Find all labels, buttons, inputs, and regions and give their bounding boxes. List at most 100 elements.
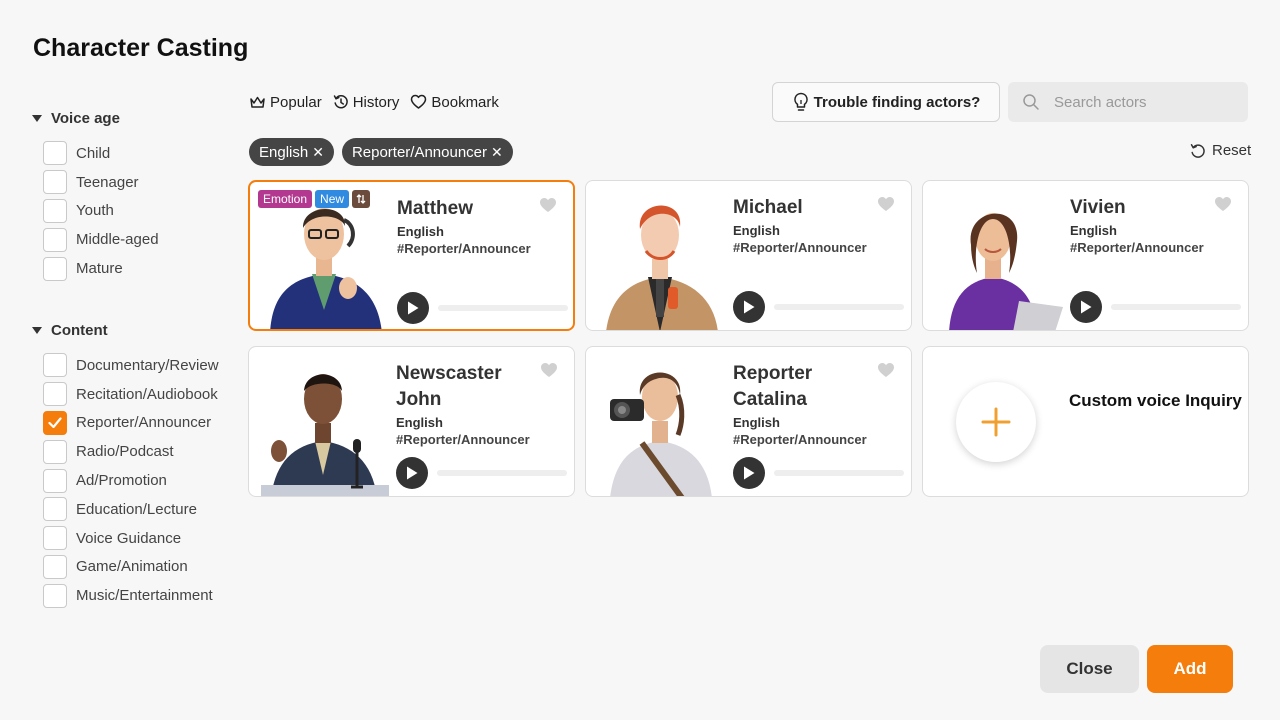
checkbox[interactable]	[43, 439, 67, 464]
checkbox[interactable]	[43, 227, 67, 252]
heart-icon[interactable]	[540, 362, 558, 378]
checkbox-label: Music/Entertainment	[76, 587, 213, 605]
tab-history[interactable]: History	[333, 92, 400, 112]
play-button[interactable]	[733, 291, 765, 323]
audio-progress-track[interactable]	[1111, 304, 1241, 310]
actor-language: English	[733, 415, 780, 430]
heart-icon[interactable]	[877, 196, 895, 212]
heart-icon[interactable]	[539, 197, 557, 213]
close-icon[interactable]: ✕	[312, 144, 324, 161]
filter-game[interactable]: Game/Animation	[43, 553, 219, 582]
actor-card-matthew[interactable]: Emotion New Matthew English #Reporter/An…	[248, 180, 575, 331]
tab-popular[interactable]: Popular	[249, 92, 322, 112]
actor-name: Michael English #Reporter/Announcer	[733, 195, 883, 257]
reset-button[interactable]: Reset	[1190, 142, 1251, 159]
filter-documentary[interactable]: Documentary/Review	[43, 351, 219, 380]
play-button[interactable]	[1070, 291, 1102, 323]
filter-recitation[interactable]: Recitation/Audiobook	[43, 380, 219, 409]
crown-icon	[250, 96, 265, 108]
reset-icon	[1190, 143, 1205, 158]
actor-card-michael[interactable]: Michael English #Reporter/Announcer	[585, 180, 912, 331]
content-heading: Content	[51, 321, 108, 339]
checkbox-label: Child	[76, 144, 111, 162]
checkbox[interactable]	[43, 468, 67, 493]
checkbox[interactable]	[43, 526, 67, 551]
checkbox-label: Middle-aged	[76, 231, 159, 249]
add-custom-voice-button[interactable]	[956, 382, 1036, 462]
audio-progress-track[interactable]	[774, 304, 904, 310]
content-filter: Content Documentary/Review Recitation/Au…	[32, 320, 219, 610]
checkbox-label: Radio/Podcast	[76, 443, 174, 461]
checkbox[interactable]	[43, 170, 67, 195]
actor-name: Newscaster John English #Reporter/Announ…	[396, 361, 546, 449]
checkbox[interactable]	[43, 583, 67, 608]
filter-voice-guidance[interactable]: Voice Guidance	[43, 524, 219, 553]
filter-youth[interactable]: Youth	[43, 197, 159, 226]
actor-name: Vivien English #Reporter/Announcer	[1070, 195, 1220, 257]
checkbox[interactable]	[43, 198, 67, 223]
actor-tag: #Reporter/Announcer	[396, 432, 530, 447]
filter-middle-aged[interactable]: Middle-aged	[43, 225, 159, 254]
checkbox-label: Mature	[76, 260, 123, 278]
chip-label: English	[259, 143, 309, 161]
actor-name: Matthew English #Reporter/Announcer	[397, 196, 547, 258]
voice-age-toggle[interactable]: Voice age	[32, 108, 159, 128]
filter-music[interactable]: Music/Entertainment	[43, 581, 219, 610]
filter-teenager[interactable]: Teenager	[43, 168, 159, 197]
filter-radio[interactable]: Radio/Podcast	[43, 437, 219, 466]
search-input[interactable]	[1054, 93, 1224, 111]
audio-progress-track[interactable]	[774, 470, 904, 476]
custom-voice-card[interactable]: Custom voice Inquiry	[922, 346, 1249, 497]
filter-ad[interactable]: Ad/Promotion	[43, 466, 219, 495]
actor-card-newscaster-john[interactable]: Newscaster John English #Reporter/Announ…	[248, 346, 575, 497]
trouble-finding-actors-button[interactable]: Trouble finding actors?	[772, 82, 1000, 122]
checkbox[interactable]	[43, 141, 67, 166]
checkbox-label: Youth	[76, 202, 114, 220]
actor-language: English	[733, 223, 780, 238]
close-button[interactable]: Close	[1040, 645, 1139, 693]
actor-card-vivien[interactable]: Vivien English #Reporter/Announcer	[922, 180, 1249, 331]
audio-progress-track[interactable]	[437, 470, 567, 476]
actor-tag: #Reporter/Announcer	[1070, 240, 1204, 255]
heart-icon[interactable]	[1214, 196, 1232, 212]
actor-tag: #Reporter/Announcer	[397, 241, 531, 256]
play-icon	[407, 466, 418, 480]
filter-child[interactable]: Child	[43, 139, 159, 168]
add-button[interactable]: Add	[1147, 645, 1233, 693]
filter-education[interactable]: Education/Lecture	[43, 495, 219, 524]
play-button[interactable]	[397, 292, 429, 324]
filter-reporter[interactable]: Reporter/Announcer	[43, 409, 219, 438]
checkbox[interactable]	[43, 256, 67, 281]
checkbox-label: Education/Lecture	[76, 500, 197, 518]
avatar	[261, 374, 389, 496]
tab-label: History	[352, 93, 400, 111]
checkbox[interactable]	[43, 497, 67, 522]
checkbox[interactable]	[43, 554, 67, 579]
content-toggle[interactable]: Content	[32, 320, 219, 340]
active-filter-chips: English ✕ Reporter/Announcer ✕	[249, 138, 513, 166]
checkbox[interactable]	[43, 353, 67, 378]
actor-language: English	[1070, 223, 1117, 238]
tab-label: Popular	[270, 93, 322, 111]
tab-bookmark[interactable]: Bookmark	[410, 92, 499, 112]
history-icon	[333, 94, 348, 109]
badge-group: Emotion New	[258, 190, 371, 208]
checkbox[interactable]	[43, 382, 67, 407]
chip-english[interactable]: English ✕	[249, 138, 334, 166]
check-icon	[48, 417, 62, 429]
checkbox-label: Game/Animation	[76, 558, 188, 576]
audio-progress-track[interactable]	[438, 305, 568, 311]
actor-card-reporter-catalina[interactable]: Reporter Catalina English #Reporter/Anno…	[585, 346, 912, 497]
play-button[interactable]	[396, 457, 428, 489]
checkbox-label: Documentary/Review	[76, 356, 219, 374]
play-button[interactable]	[733, 457, 765, 489]
heart-icon[interactable]	[877, 362, 895, 378]
reset-label: Reset	[1212, 142, 1252, 159]
new-badge: New	[315, 190, 350, 208]
voice-age-filter: Voice age Child Teenager Youth Middle-ag…	[32, 108, 159, 283]
chip-reporter-announcer[interactable]: Reporter/Announcer ✕	[341, 138, 513, 166]
filter-mature[interactable]: Mature	[43, 254, 159, 283]
close-icon[interactable]: ✕	[491, 144, 503, 161]
checkbox-checked[interactable]	[43, 410, 67, 435]
actor-language: English	[397, 224, 444, 239]
